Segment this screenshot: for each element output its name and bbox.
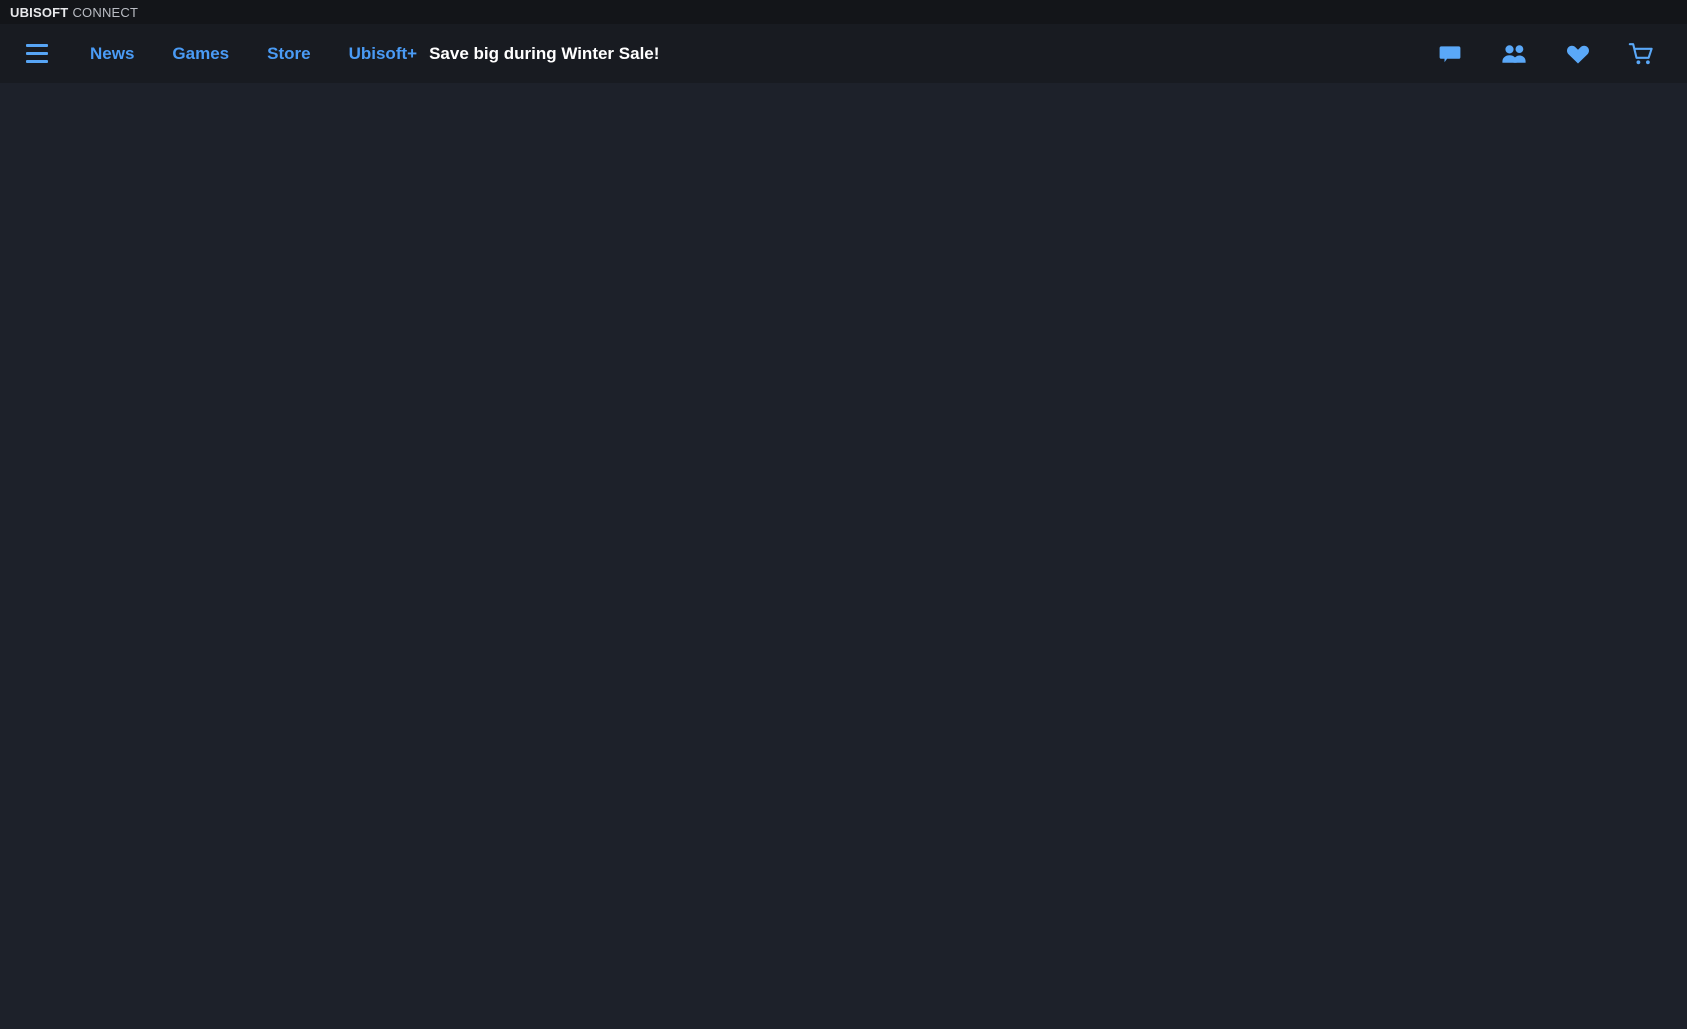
- cart-button[interactable]: [1625, 37, 1659, 71]
- app-title-light: CONNECT: [72, 4, 139, 20]
- titlebar: UBISOFT CONNECT: [0, 0, 1687, 24]
- hamburger-menu-icon[interactable]: [22, 39, 52, 69]
- hamburger-bar-middle: [26, 52, 48, 55]
- friends-button[interactable]: [1497, 37, 1531, 71]
- main-content-area: [0, 83, 1687, 1029]
- app-title: UBISOFT CONNECT: [10, 6, 138, 19]
- app-title-bold: UBISOFT: [10, 4, 69, 20]
- main-navbar: News Games Store Ubisoft+ Save big durin…: [0, 24, 1687, 83]
- ubisoft-connect-window: UBISOFT CONNECT News Games Store Ubisoft+…: [0, 0, 1687, 1029]
- nav-item-ubisoft-plus[interactable]: Ubisoft+: [349, 45, 417, 62]
- navbar-left-group: News Games Store Ubisoft+ Save big durin…: [22, 39, 659, 69]
- navbar-right-group: [1433, 37, 1667, 71]
- nav-item-store[interactable]: Store: [267, 45, 310, 62]
- nav-item-news[interactable]: News: [90, 45, 134, 62]
- chat-button[interactable]: [1433, 37, 1467, 71]
- hamburger-bar-top: [26, 44, 48, 47]
- hamburger-bar-bottom: [26, 60, 48, 63]
- wishlist-button[interactable]: [1561, 37, 1595, 71]
- friends-icon: [1502, 44, 1526, 63]
- nav-item-games[interactable]: Games: [172, 45, 229, 62]
- chat-icon: [1439, 45, 1461, 62]
- wishlist-heart-icon: [1567, 45, 1589, 63]
- shopping-cart-icon: [1628, 42, 1653, 64]
- winter-sale-promo-banner[interactable]: Save big during Winter Sale!: [429, 45, 659, 62]
